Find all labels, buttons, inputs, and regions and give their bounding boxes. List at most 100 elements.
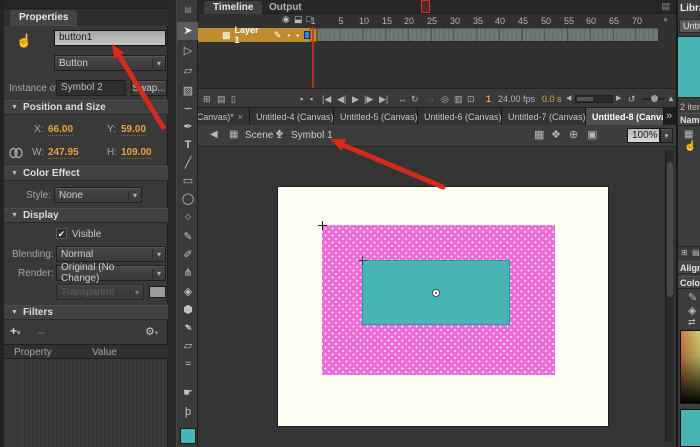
- stage-zoom-dropdown[interactable]: ▾: [660, 128, 673, 143]
- go-to-last-frame-button[interactable]: ▶|: [379, 93, 388, 105]
- scroll-left-icon[interactable]: ◀: [566, 93, 571, 105]
- section-color-effect[interactable]: ▼ Color Effect: [4, 166, 168, 181]
- playhead[interactable]: [421, 0, 430, 13]
- edit-multiple-frames-button[interactable]: ▥: [454, 93, 463, 105]
- w-value[interactable]: 247.95: [48, 147, 79, 159]
- library-item-graphic-icon[interactable]: ▦: [684, 130, 693, 140]
- instance-of-field[interactable]: Symbol 2: [56, 80, 126, 96]
- document-tab[interactable]: Untitled-5 (Canvas)* ×: [334, 108, 418, 125]
- step-forward-button[interactable]: |▶: [364, 93, 373, 105]
- transformation-point[interactable]: [432, 289, 440, 297]
- subselection-tool[interactable]: ▷: [177, 42, 199, 60]
- tab-properties[interactable]: Properties: [10, 10, 77, 26]
- onion-skin-outlines-button[interactable]: ◎: [441, 93, 449, 105]
- delete-layer-icon[interactable]: ▯: [231, 93, 236, 105]
- stage-pasteboard[interactable]: [198, 147, 676, 447]
- tab-align[interactable]: Align: [678, 261, 700, 274]
- tab-timeline[interactable]: Timeline: [204, 1, 262, 14]
- center-frame-icon[interactable]: ⊕: [569, 130, 578, 141]
- stage-vscrollbar[interactable]: [665, 150, 673, 442]
- line-tool[interactable]: ╱: [177, 154, 199, 172]
- pen-tool[interactable]: ✒: [177, 118, 199, 136]
- close-icon[interactable]: ×: [238, 112, 243, 122]
- layer-lock-dot[interactable]: •: [296, 31, 299, 40]
- selection-tool[interactable]: ➤: [177, 22, 199, 40]
- eraser-tool[interactable]: ▱: [177, 337, 199, 355]
- clip-content-icon[interactable]: ▣: [587, 130, 597, 141]
- text-tool[interactable]: T: [177, 136, 199, 154]
- timeline-hscrollbar[interactable]: [575, 95, 613, 103]
- tab-library[interactable]: Library: [680, 3, 700, 14]
- scroll-right-icon[interactable]: ▶: [616, 93, 621, 105]
- stage-zoom-input[interactable]: 100%: [627, 128, 660, 143]
- go-to-first-frame-button[interactable]: |◀: [322, 93, 331, 105]
- swap-colors-icon[interactable]: ⇄: [688, 318, 696, 327]
- edit-symbols-icon[interactable]: ❖: [551, 130, 561, 141]
- tab-overflow-icon[interactable]: »: [666, 111, 672, 122]
- hand-tool[interactable]: ☛: [177, 384, 199, 402]
- play-button[interactable]: ▶: [352, 93, 359, 105]
- visible-checkbox[interactable]: ✔: [56, 228, 67, 239]
- onion-skin-button[interactable]: ◌: [428, 93, 433, 105]
- layer-visible-dot[interactable]: •: [287, 31, 290, 40]
- zoom-tool[interactable]: ϸ: [177, 403, 199, 421]
- pencil-tool[interactable]: ✎: [177, 228, 199, 246]
- y-value[interactable]: 59.00: [121, 124, 146, 136]
- color-preview-swatch[interactable]: [680, 409, 700, 447]
- lock-aspect-ratio-icon[interactable]: [9, 147, 23, 159]
- document-tab[interactable]: Untitled-4 (Canvas)* ×: [250, 108, 334, 125]
- edit-scene-icon[interactable]: ▦: [534, 130, 544, 141]
- fill-color-swatch[interactable]: [180, 428, 196, 444]
- paint-bucket-tool[interactable]: ◈: [177, 283, 199, 301]
- section-position-size[interactable]: ▼ Position and Size: [4, 100, 168, 115]
- instance-name-input[interactable]: button1: [54, 30, 166, 46]
- timeline-hscroll-thumb[interactable]: [577, 97, 593, 101]
- document-tab[interactable]: (Canvas)* ×: [198, 108, 250, 125]
- stage-canvas[interactable]: [278, 187, 608, 426]
- lasso-tool[interactable]: ∽: [177, 100, 199, 118]
- loop-button[interactable]: ↔: [398, 93, 407, 105]
- swap-button[interactable]: Swap...: [131, 80, 167, 96]
- library-document-dropdown[interactable]: Untitled-8: [679, 19, 700, 33]
- step-back-button[interactable]: ◀|: [337, 93, 346, 105]
- free-transform-tool[interactable]: ▱: [177, 62, 199, 80]
- timeline-zoom-slider[interactable]: [642, 98, 664, 100]
- color-picker-gradient[interactable]: [680, 330, 700, 404]
- render-dropdown[interactable]: Original (No Change) ▾: [56, 265, 166, 281]
- blending-dropdown[interactable]: Normal ▾: [56, 246, 166, 262]
- oval-tool[interactable]: ◯: [177, 190, 199, 208]
- h-value[interactable]: 109.00: [121, 147, 152, 159]
- polystar-tool[interactable]: ◇: [177, 208, 199, 226]
- document-tab[interactable]: Untitled-7 (Canvas)* ×: [502, 108, 586, 125]
- reset-timeline-zoom-icon[interactable]: ↺: [628, 93, 636, 105]
- add-filter-button[interactable]: +▾: [10, 325, 34, 339]
- symbol-type-dropdown[interactable]: Button ▾: [54, 55, 166, 71]
- lock-icon[interactable]: ⬓: [294, 15, 303, 24]
- width-tool[interactable]: ≈: [177, 355, 199, 373]
- loop-range-button[interactable]: ↻: [411, 93, 419, 105]
- new-folder-icon[interactable]: ▤: [692, 249, 700, 257]
- new-symbol-icon[interactable]: ⊞: [681, 249, 688, 257]
- x-value[interactable]: 66.00: [48, 124, 73, 136]
- document-tab-active[interactable]: Untitled-8 (Canvas)*: [586, 108, 664, 125]
- section-display[interactable]: ▼ Display: [4, 208, 168, 223]
- breadcrumb-symbol[interactable]: Symbol 1: [291, 130, 333, 141]
- tab-color[interactable]: Color: [678, 276, 700, 289]
- scroll-up-icon[interactable]: ▲: [662, 16, 669, 23]
- modify-markers-button[interactable]: ⊡: [467, 93, 475, 105]
- maximize-zoom-icon[interactable]: ▲: [667, 93, 675, 105]
- show-hide-eye-icon[interactable]: ◉: [282, 15, 290, 24]
- brush-tool[interactable]: ✐: [177, 246, 199, 264]
- layer-row-layer1[interactable]: ▩ Layer 1 ✎ • •: [198, 28, 310, 42]
- frame-rate-indicator[interactable]: 24.00 fps: [498, 93, 535, 105]
- remove-filter-button[interactable]: –: [38, 325, 45, 339]
- gradient-transform-tool[interactable]: ▨: [177, 82, 199, 100]
- transparent-color-swatch[interactable]: [149, 286, 166, 298]
- document-tab[interactable]: Untitled-6 (Canvas)* ×: [418, 108, 502, 125]
- panel-menu-icon[interactable]: ▤: [177, 1, 199, 19]
- section-filters[interactable]: ▼ Filters: [4, 305, 168, 320]
- layer-name[interactable]: Layer 1: [235, 25, 266, 45]
- style-dropdown[interactable]: None ▾: [54, 187, 142, 203]
- bone-tool[interactable]: ⋔: [177, 264, 199, 282]
- back-arrow-icon[interactable]: ◀: [210, 130, 218, 140]
